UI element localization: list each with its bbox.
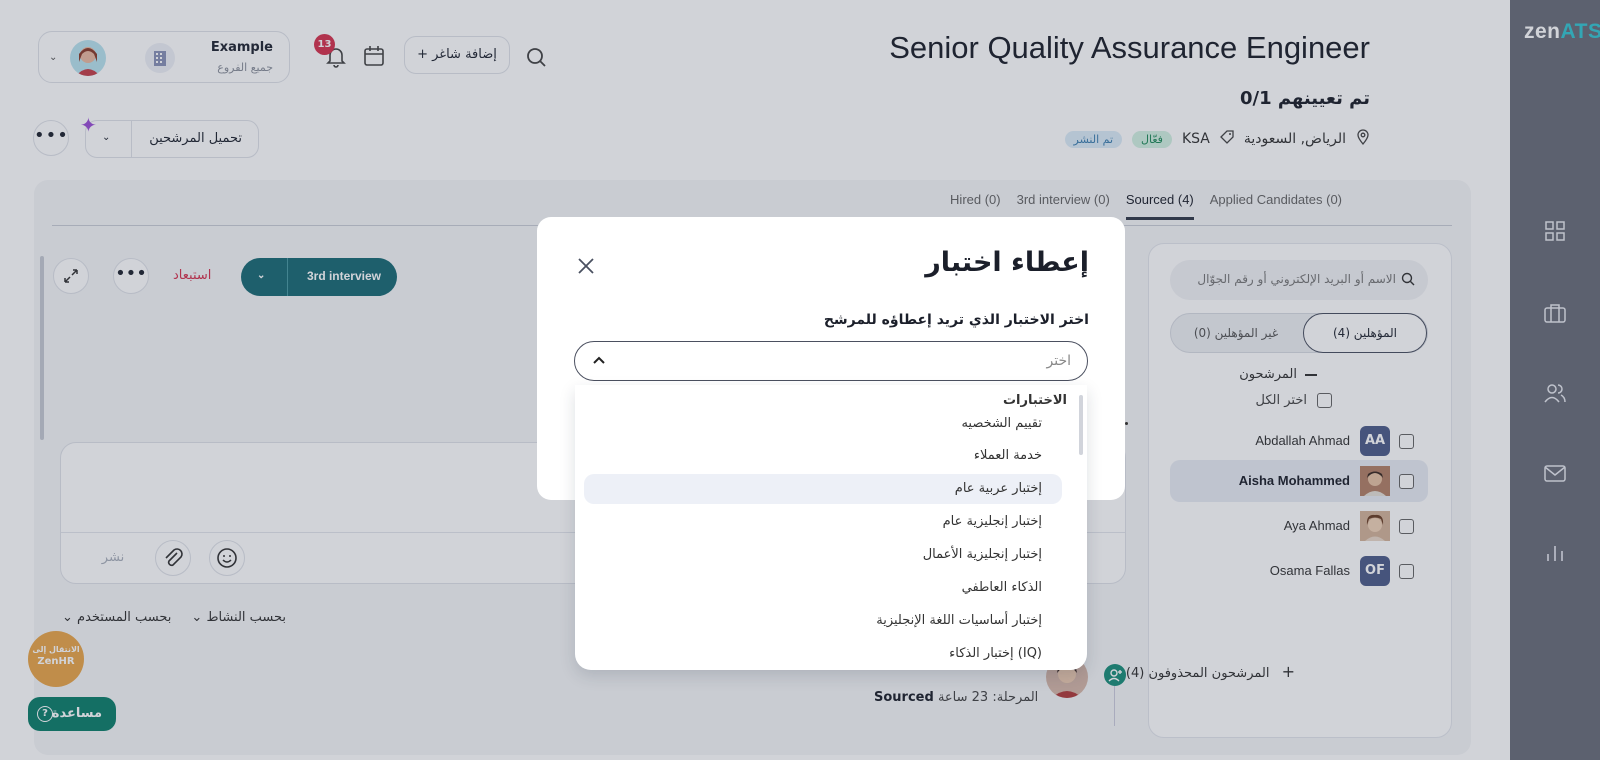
dropdown-group-label: الاختبارات: [1002, 393, 1067, 408]
modal-title: إعطاء اختبار: [925, 247, 1089, 278]
dropdown-option[interactable]: خدمة العملاء: [584, 441, 1062, 471]
dropdown-option[interactable]: الذكاء العاطفي: [584, 573, 1062, 603]
dropdown-option[interactable]: إختبار إنجليزية عام: [584, 507, 1062, 537]
option-label: إختبار عربية عام: [954, 481, 1042, 496]
dropdown-option[interactable]: إختبار إنجليزية الأعمال: [584, 540, 1062, 570]
option-label: خدمة العملاء: [973, 448, 1042, 463]
option-label: إختبار إنجليزية عام: [942, 514, 1042, 529]
chevron-up-icon[interactable]: [591, 352, 607, 368]
option-label: إختبار الذكاء (IQ): [949, 646, 1042, 661]
dropdown-option[interactable]: إختبار أساسيات اللغة الإنجليزية: [584, 606, 1062, 636]
option-label: تقييم الشخصيه: [961, 416, 1042, 431]
option-label: إختبار أساسيات اللغة الإنجليزية: [876, 613, 1042, 628]
test-field-label: اختر الاختبار الذي تريد إعطاؤه للمرشح: [823, 312, 1089, 328]
option-label: الذكاء العاطفي: [961, 580, 1042, 595]
dropdown-option[interactable]: تقييم الشخصيه: [584, 409, 1062, 439]
select-placeholder: اختر: [1046, 353, 1072, 369]
scrollbar[interactable]: [1079, 395, 1083, 455]
test-dropdown-list: الاختبارات تقييم الشخصيه خدمة العملاء إخ…: [575, 385, 1087, 670]
option-label: إختبار إنجليزية الأعمال: [922, 547, 1042, 562]
dropdown-option-highlighted[interactable]: إختبار عربية عام: [584, 474, 1062, 504]
dropdown-option[interactable]: إختبار الذكاء (IQ): [584, 639, 1062, 669]
close-icon[interactable]: [575, 255, 597, 277]
decorative-dot: [1125, 422, 1128, 425]
test-select[interactable]: اختر: [574, 341, 1088, 381]
